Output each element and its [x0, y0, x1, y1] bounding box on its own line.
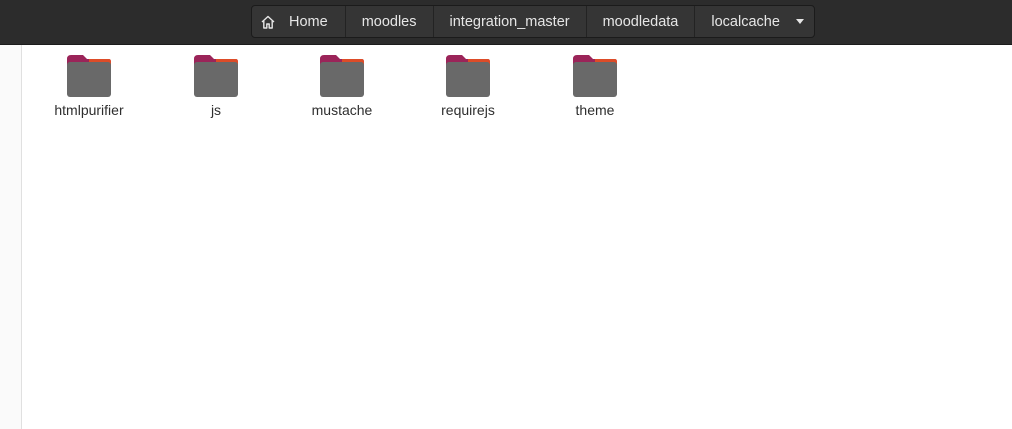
path-item-integration-master[interactable]: integration_master: [432, 6, 586, 37]
folder-item-htmlpurifier[interactable]: htmlpurifier: [41, 53, 137, 119]
path-item-label: moodles: [361, 13, 417, 30]
path-item-localcache[interactable]: localcache: [694, 6, 814, 37]
path-item-label: moodledata: [602, 13, 679, 30]
folder-name: mustache: [311, 102, 373, 118]
folder-icon: [573, 55, 617, 97]
folder-icon: [446, 55, 490, 97]
folder-item-js[interactable]: js: [168, 53, 264, 119]
path-item-moodles[interactable]: moodles: [344, 6, 433, 37]
folder-icon: [194, 55, 238, 97]
folder-icon: [67, 55, 111, 97]
path-bar: Home moodles integration_master moodleda…: [251, 5, 815, 38]
home-icon: [261, 15, 275, 29]
dropdown-arrow-icon[interactable]: [795, 19, 804, 24]
folder-item-requirejs[interactable]: requirejs: [420, 53, 516, 119]
folder-name: theme: [575, 102, 615, 118]
sidebar-edge: [0, 45, 22, 429]
folder-name: js: [210, 102, 222, 118]
header-bar: Home moodles integration_master moodleda…: [0, 0, 1012, 45]
path-item-label: localcache: [711, 13, 780, 30]
path-item-moodledata[interactable]: moodledata: [585, 6, 695, 37]
folder-item-theme[interactable]: theme: [547, 53, 643, 119]
folder-item-mustache[interactable]: mustache: [294, 53, 390, 119]
folder-name: requirejs: [441, 102, 495, 118]
file-grid: htmlpurifier js mustache requirejs theme: [22, 45, 1012, 429]
folder-icon: [320, 55, 364, 97]
path-item-label: Home: [289, 13, 328, 30]
path-item-home[interactable]: Home: [252, 6, 345, 37]
path-item-label: integration_master: [449, 13, 570, 30]
folder-name: htmlpurifier: [54, 102, 124, 118]
